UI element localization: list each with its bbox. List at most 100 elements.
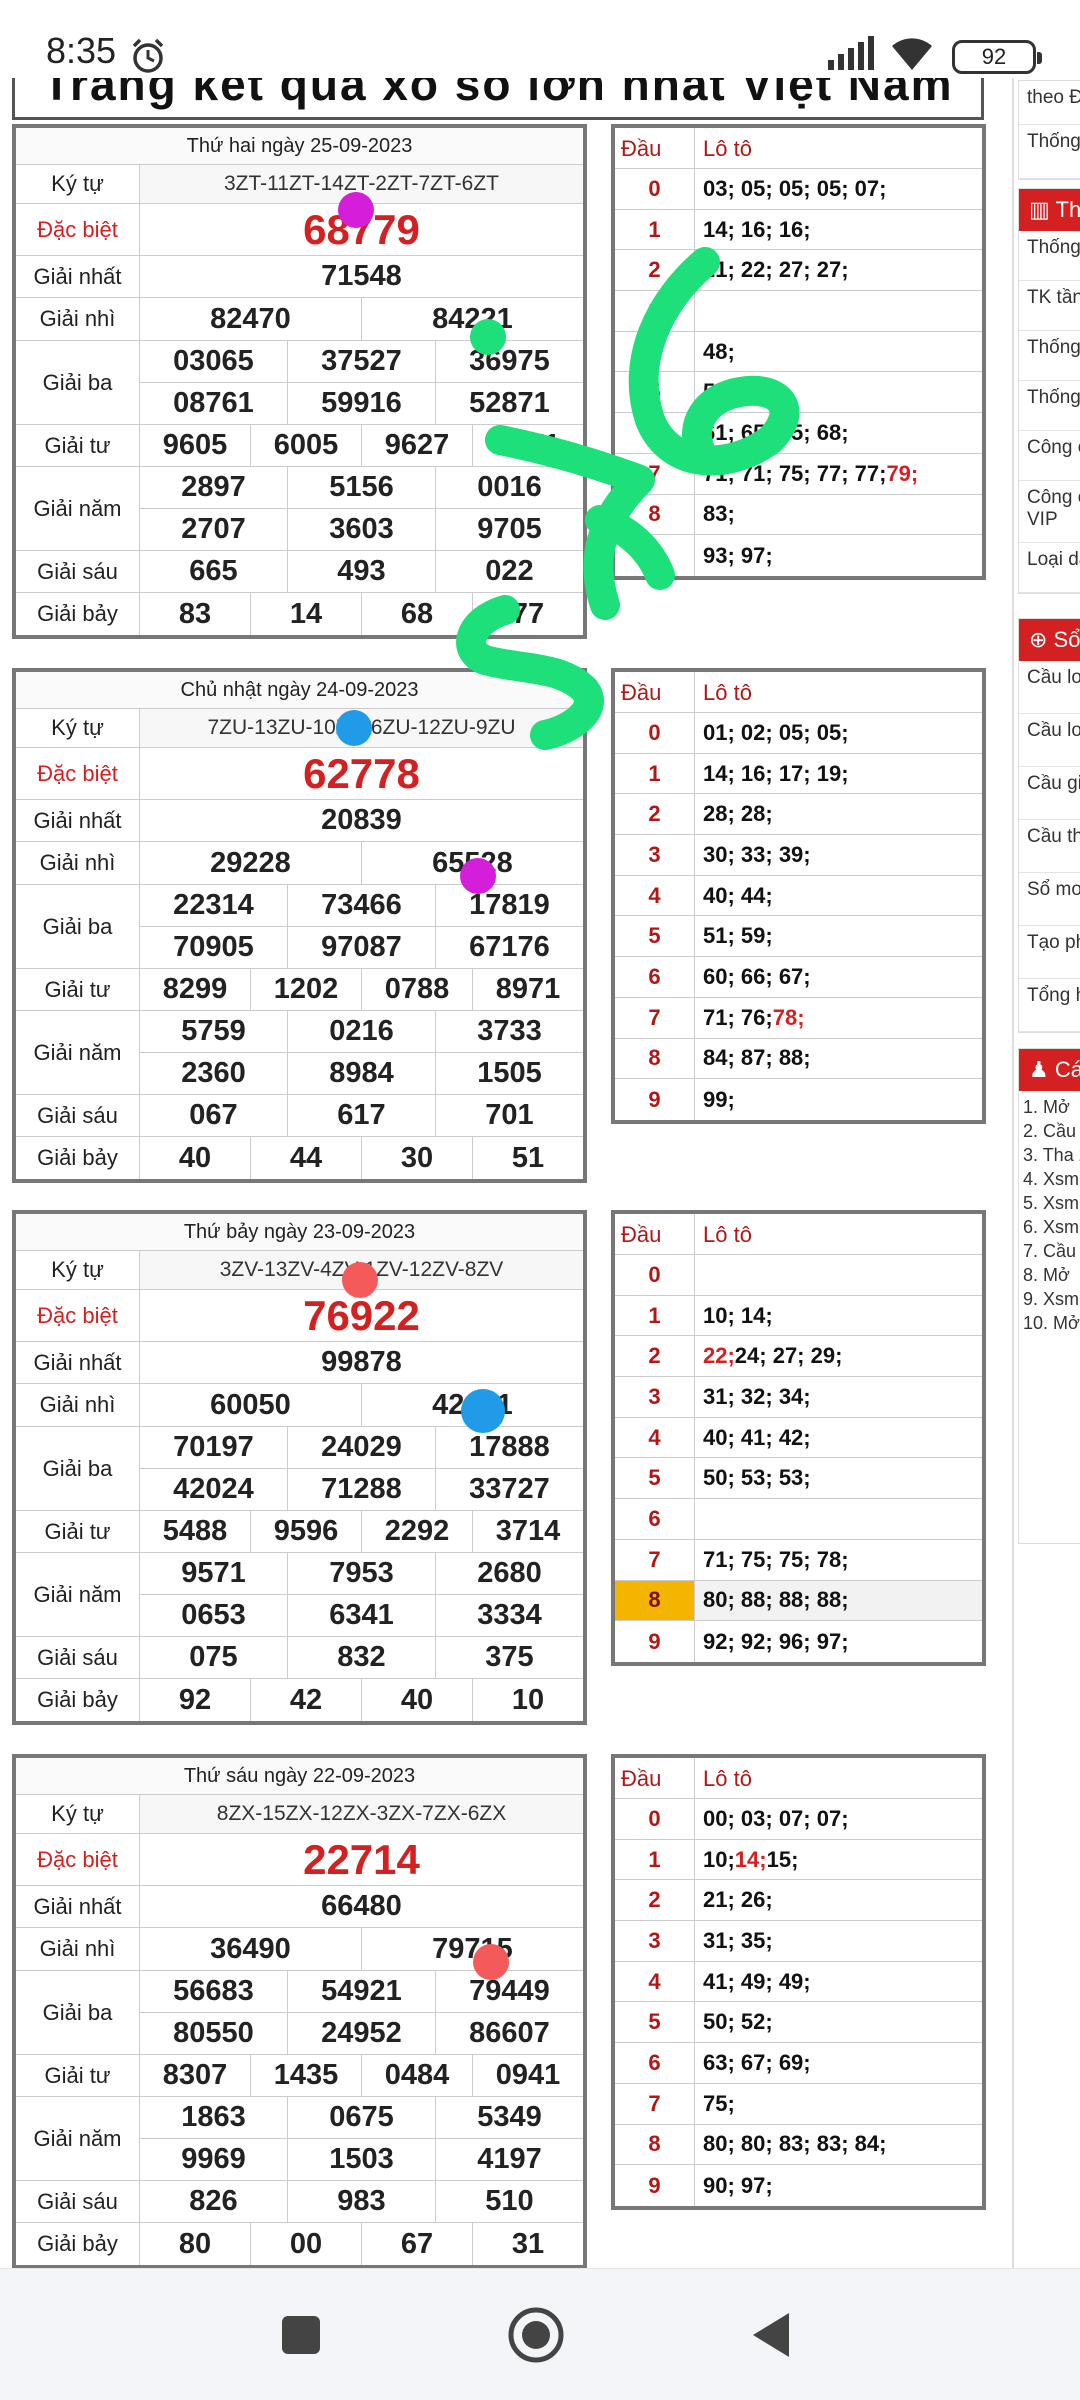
loto-values: 93; 97;	[695, 535, 982, 576]
sidebar-item[interactable]: Tạo phơ	[1019, 926, 1080, 979]
loto-values: 14; 16; 17; 19;	[695, 754, 982, 794]
loto-head-digit: 6	[615, 2043, 695, 2083]
sidebar-item[interactable]: Cầu lot	[1019, 661, 1080, 714]
prize-number: 60050	[210, 1388, 291, 1421]
loto-header-dau: Đầu	[615, 1758, 695, 1798]
prize-number: 14	[250, 593, 361, 635]
prize-number: 71548	[321, 260, 402, 292]
loto-numbers: 31; 32; 34;	[703, 1383, 811, 1409]
prize-number: 4197	[435, 2139, 583, 2180]
result-row: Giải nhì 82470 84221	[16, 298, 583, 341]
prize-values: 665 493 022	[140, 551, 583, 592]
prize-number: 37527	[287, 341, 435, 382]
loto-numbers: 51; 56;	[703, 379, 773, 405]
prize-values: 22314 73466 17819 70905 97087 67176	[140, 885, 583, 968]
sidebar-item[interactable]: theo Đặ	[1019, 81, 1080, 125]
sidebar-item[interactable]: Cầu giả	[1019, 767, 1080, 820]
sidebar-section-title[interactable]: ⊕ Sổ	[1019, 619, 1080, 661]
sidebar-item[interactable]: Cầu the	[1019, 820, 1080, 873]
prize-number: 40	[361, 1679, 472, 1721]
prize-line: 42024 71288 33727	[140, 1468, 583, 1510]
result-row: Giải nhất 66480	[16, 1886, 583, 1928]
prize-number: 68	[361, 593, 472, 635]
back-button[interactable]	[735, 2299, 807, 2371]
prize-number: 6005	[250, 425, 361, 466]
sidebar-section-title[interactable]: ▥ Th	[1019, 189, 1080, 231]
prize-label: Giải tư	[16, 969, 140, 1010]
sidebar-item[interactable]: Thống k	[1019, 125, 1080, 179]
prize-label: Đặc biệt	[16, 1834, 140, 1885]
loto-numbers: 51; 59;	[703, 923, 773, 949]
loto-row: 0 03; 05; 05; 05; 07;	[615, 169, 982, 210]
prize-line: 03065 37527 36975	[140, 341, 583, 382]
recent-apps-button[interactable]	[265, 2299, 337, 2371]
result-row: Giải năm 9571 7953 2680 0653 6341 3334	[16, 1553, 583, 1637]
sidebar-item[interactable]: Thống k	[1019, 381, 1080, 431]
loto-header-dau: Đầu	[615, 1214, 695, 1254]
prize-line: 80 00 67 31	[140, 2223, 583, 2265]
loto-values: 63; 67; 69;	[695, 2043, 982, 2083]
prize-values: 03065 37527 36975 08761 59916 52871	[140, 341, 583, 424]
loto-numbers: 48;	[703, 338, 735, 364]
loto-row: 3 31; 35;	[615, 1921, 982, 1962]
prize-number: 3ZT-11ZT-14ZT-2ZT-7ZT-6ZT	[140, 165, 583, 203]
result-row: Giải năm 1863 0675 5349 9969 1503 4197	[16, 2097, 583, 2181]
result-row: Đặc biệt 68779	[16, 204, 583, 256]
sidebar-list-item[interactable]: 2. Cầu 26/	[1023, 1119, 1080, 1143]
prize-label: Giải ba	[16, 885, 140, 968]
sidebar-item[interactable]: Tổng hơ	[1019, 979, 1080, 1032]
loto-head-digit: 0	[615, 1255, 695, 1295]
prize-number: 77	[472, 593, 583, 635]
result-row: Giải ba 70197 24029 17888 42024 71288 33727	[16, 1427, 583, 1511]
sidebar-list-item[interactable]: 4. Xsm đặc	[1023, 1167, 1080, 1191]
prize-line: 82470 84221	[140, 298, 583, 340]
sidebar-item[interactable]: TK tần	[1019, 281, 1080, 331]
prize-number: 84221	[361, 298, 583, 340]
search-icon: ⊕	[1029, 627, 1054, 652]
sidebar-list-item[interactable]: 5. Xsm tàu	[1023, 1191, 1080, 1215]
result-row: Giải nhì 60050 42031	[16, 1384, 583, 1427]
prize-label: Giải nhất	[16, 1342, 140, 1383]
loto-numbers: 71; 75; 75; 78;	[703, 1546, 849, 1572]
sidebar-item[interactable]: Thống k	[1019, 231, 1080, 281]
prize-values: 20839	[140, 800, 583, 841]
page-content[interactable]: Trang kết quả xổ số lớn nhất Việt Nam Th…	[0, 78, 1080, 2268]
sidebar-list-item[interactable]: 6. Xsm thiê	[1023, 1215, 1080, 1239]
prize-label: Giải sáu	[16, 551, 140, 592]
sidebar-item[interactable]: Công c VIP	[1019, 481, 1080, 543]
prize-number: 2680	[435, 1553, 583, 1594]
loto-numbers: 61; 65; 65; 68;	[703, 419, 849, 445]
loto-row: 2 21; 22; 27; 27;	[615, 250, 982, 292]
sidebar-list-item[interactable]: 7. Cầu	[1023, 1239, 1080, 1263]
loto-header: Đầu Lô tô	[615, 1214, 982, 1255]
loto-row: 4 48;	[615, 331, 982, 373]
sidebar-list-item[interactable]: 1. Mở	[1023, 1095, 1080, 1119]
sidebar-section-title[interactable]: ♟ Cá	[1019, 1049, 1080, 1091]
prize-number: 40	[178, 1141, 212, 1174]
prize-label: Ký tự	[16, 1251, 140, 1289]
sidebar-item[interactable]: Cầu lot	[1019, 714, 1080, 767]
sidebar-item[interactable]: Loại dà	[1019, 543, 1080, 593]
sidebar-list-item[interactable]: 9. Xsm thá	[1023, 1287, 1080, 1311]
home-button[interactable]	[500, 2299, 572, 2371]
sidebar-item[interactable]: Công c	[1019, 431, 1080, 481]
prize-number: 03065	[173, 345, 254, 377]
loto-header-loto: Lô tô	[703, 136, 752, 161]
sidebar-list-item[interactable]: 10. Mở	[1023, 1311, 1080, 1335]
prize-number: 5349	[435, 2097, 583, 2138]
prize-number: 0216	[287, 1011, 435, 1052]
back-triangle-icon	[753, 2313, 789, 2357]
result-row: Giải ba 22314 73466 17819 70905 97087 67176	[16, 885, 583, 969]
sidebar-item[interactable]: Thống k	[1019, 331, 1080, 381]
loto-numbers: 21; 22; 27; 27;	[703, 257, 849, 283]
prize-number: 80550	[173, 2017, 254, 2049]
loto-values: 10; 14;	[695, 1296, 982, 1336]
loto-numbers: 63; 67; 69;	[703, 2049, 811, 2075]
loto-values: 90; 97;	[695, 2165, 982, 2206]
sidebar-item[interactable]: Sổ mơ	[1019, 873, 1080, 926]
sidebar-list-item[interactable]: 3. Tha 26/	[1023, 1143, 1080, 1167]
sidebar-list-item[interactable]: 8. Mở	[1023, 1263, 1080, 1287]
prize-number: 33727	[435, 1469, 583, 1510]
prize-number: 832	[287, 1637, 435, 1678]
loto-values: 75;	[695, 2084, 982, 2124]
